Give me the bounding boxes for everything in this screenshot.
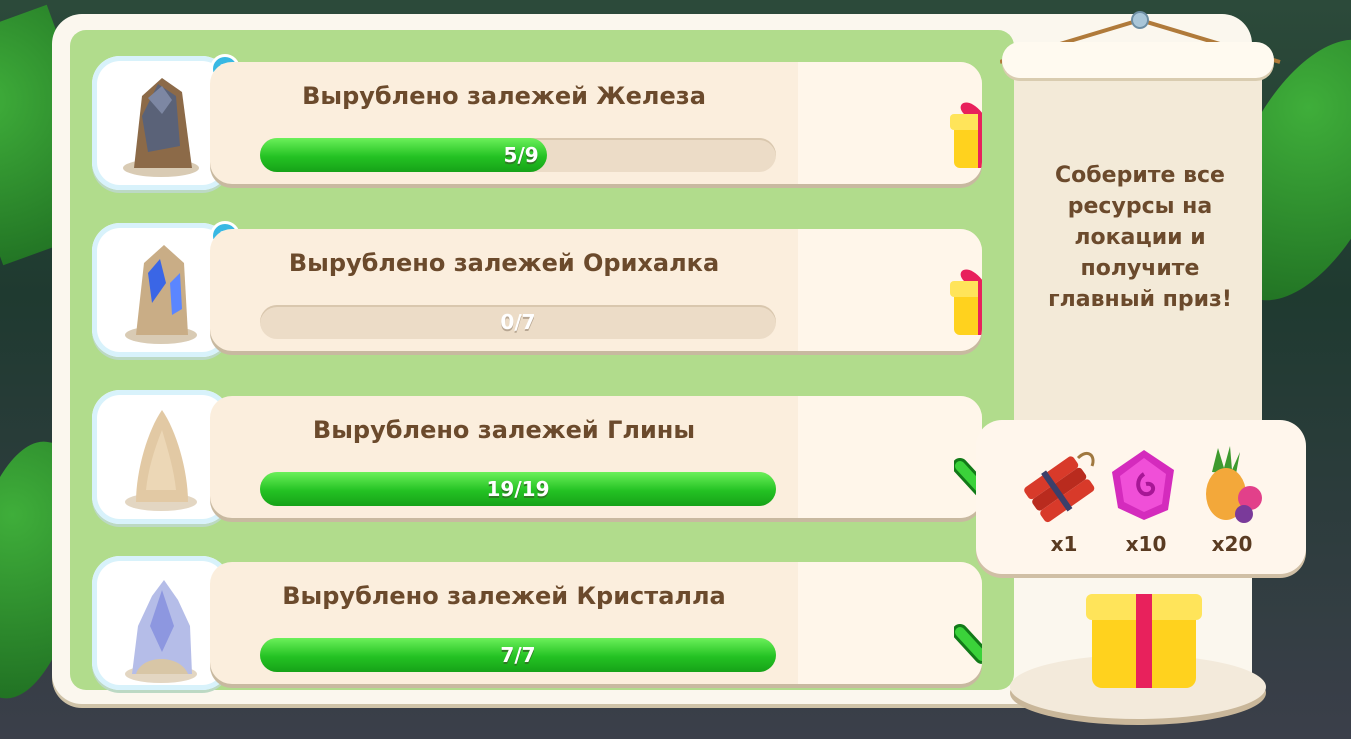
quest-card: Вырублено залежей Железа 5/9 [210,62,982,184]
reward-quantity: x10 [1125,532,1167,556]
quest-title: Вырублено залежей Глины [312,416,696,444]
dynamite-icon [1024,452,1095,523]
fruit-basket-icon [1206,446,1262,523]
quest-card: Вырублено залежей Глины 19/19 [210,396,982,518]
main-prize-gift-icon[interactable] [1084,560,1204,690]
quest-card: Вырублено залежей Кристалла 7/7 [210,562,982,684]
progress-text: 0/7 [500,310,536,334]
quest-row-crystal: Вырублено залежей Кристалла 7/7 [92,556,982,690]
quest-card: Вырублено залежей Орихалка 0/7 [210,229,982,351]
progress-bar: 0/7 [260,305,776,339]
gift-icon[interactable] [950,257,982,337]
progress-text: 19/19 [486,477,550,501]
progress-bar: 5/9 [260,138,776,172]
quest-row-orichalcum: ? Вырублено залежей Орихалка 0/7 [92,221,982,357]
progress-text: 7/7 [500,643,536,667]
quest-row-clay: Вырублено залежей Глины 19/19 [92,390,982,524]
quest-title: Вырублено залежей Орихалка [288,249,720,277]
progress-bar: 7/7 [260,638,776,672]
quest-row-iron: ? Вырублено залежей Железа 5/9 [92,54,982,190]
scroll-rod [1002,42,1274,78]
progress-text: 5/9 [503,143,539,167]
reward-quantity: x1 [1050,532,1078,556]
reward-quantity: x20 [1211,532,1253,556]
scroll-text: Соберите все ресурсы на локации и получи… [1048,163,1232,312]
main-prize-rewards-popup: x1 x10 x20 [976,420,1306,574]
pink-gem-icon [1112,450,1174,520]
progress-bar: 19/19 [260,472,776,506]
gift-icon[interactable] [950,90,982,170]
quest-title: Вырублено залежей Железа [302,82,706,110]
quest-title: Вырублено залежей Кристалла [282,582,726,610]
checkmark-icon [954,624,982,664]
